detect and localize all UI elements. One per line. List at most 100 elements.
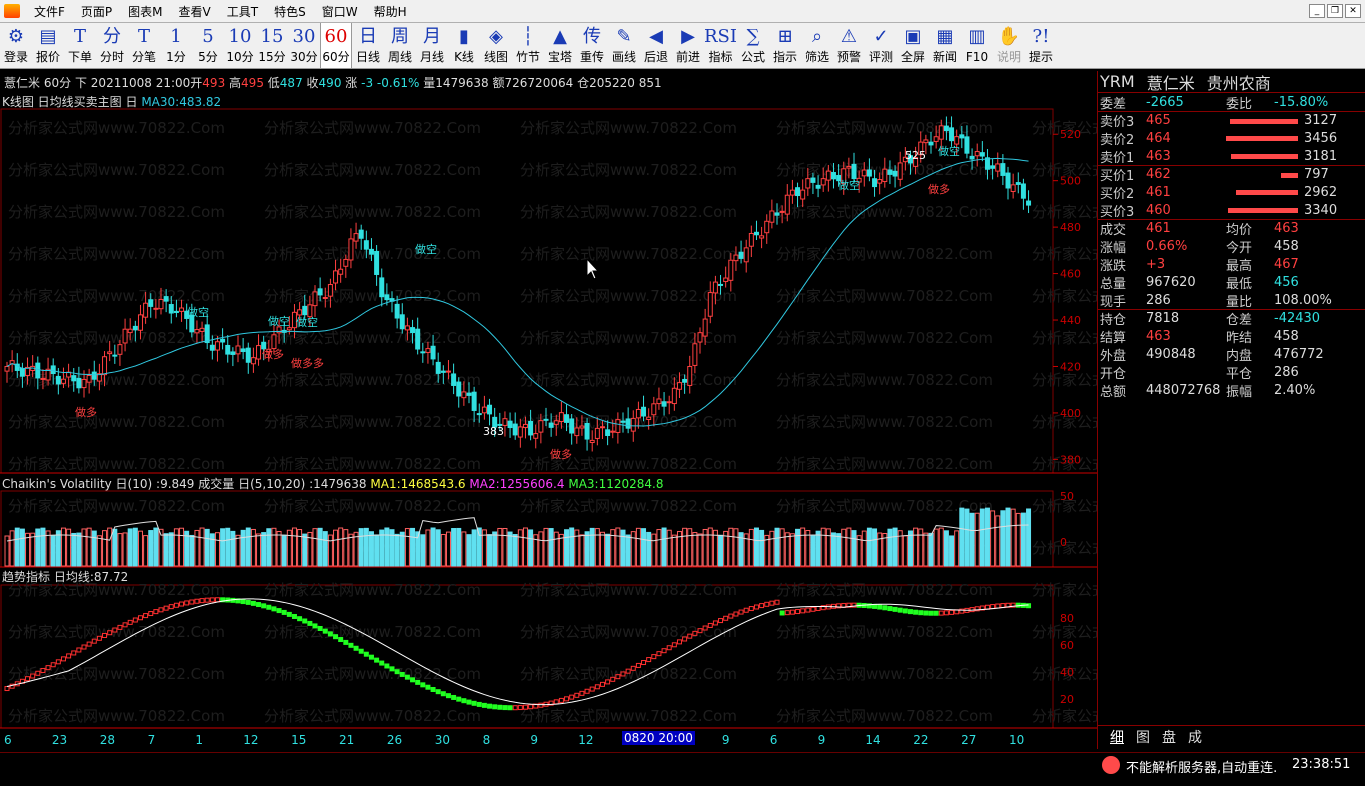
connection-status-icon[interactable] [1102, 756, 1120, 774]
toolbar-button-32[interactable]: ?! 提示 [1025, 23, 1057, 68]
toolbar-button-10[interactable]: 60 60分 [320, 23, 352, 68]
candle-body [599, 426, 605, 429]
quote-value: 456 [1274, 274, 1299, 290]
trend-step [127, 619, 133, 625]
quote-change-label: 涨 [345, 76, 358, 90]
toolbar-button-2[interactable]: T 下单 [64, 23, 96, 68]
toolbar-button-23[interactable]: ∑ 公式 [737, 23, 769, 68]
panel-tab-2[interactable]: 盘 [1158, 727, 1180, 747]
menu-item-7[interactable]: 帮助H [366, 3, 415, 20]
toolbar-button-18[interactable]: 传重传 [576, 23, 608, 68]
toolbar-button-4[interactable]: T 分笔 [128, 23, 160, 68]
quote-value: 286 [1146, 292, 1171, 308]
x-axis-label: 15 [291, 733, 306, 747]
trend-step [800, 608, 806, 614]
x-axis-cursor-label: 0820 20:00 [622, 731, 695, 745]
minimize-icon[interactable]: _ [1309, 4, 1325, 18]
toolbar-button-5[interactable]: 1 1分 [160, 23, 192, 68]
toolbar-button-9[interactable]: 30 30分 [288, 23, 320, 68]
toolbar-button-1[interactable]: ▤ 报价 [32, 23, 64, 68]
toolbar-button-14[interactable]: ▮ K线 [448, 23, 480, 68]
trend-step [137, 615, 143, 621]
toolbar-button-11[interactable]: 日日线 [352, 23, 384, 68]
toolbar-button-22[interactable]: RSI 指标 [704, 23, 737, 68]
quote-value: 108.00% [1274, 292, 1332, 308]
toolbar-button-31[interactable]: ✋ 说明 [993, 23, 1025, 68]
quote-value: 7818 [1146, 311, 1180, 326]
candle-body [615, 419, 621, 433]
toolbar-button-20[interactable]: ◀ 后退 [640, 23, 672, 68]
toolbar-button-12[interactable]: 周周线 [384, 23, 416, 68]
panel-tab-0[interactable]: 细 [1106, 727, 1128, 747]
quote-dir: 下 [74, 76, 87, 90]
trend-step [584, 688, 590, 694]
volume-bar [497, 527, 503, 567]
menu-item-3[interactable]: 查看V [171, 3, 219, 20]
toolbar-icon-10: 60 [324, 26, 348, 47]
trend-step [789, 609, 795, 615]
candle-body [943, 125, 949, 132]
chart-canvas[interactable]: 分析家公式网www.70822.Com 分析家公式网www.70822.Com 分析… [0, 71, 1097, 749]
toolbar-button-6[interactable]: 5 5分 [192, 23, 224, 68]
toolbar-button-15[interactable]: ◈ 线图 [480, 23, 512, 68]
toolbar-button-13[interactable]: 月月线 [416, 23, 448, 68]
menu-item-0[interactable]: 文件F [26, 3, 73, 20]
toolbar-button-30[interactable]: ▥ F10 [961, 23, 993, 68]
volume-bar [589, 527, 595, 567]
trend-step [445, 693, 451, 699]
bids-price: 460 [1146, 202, 1171, 218]
watermark-text: 分析家公式网www.70822.Com [264, 581, 481, 599]
candle-body [692, 343, 698, 366]
toolbar-button-21[interactable]: ▶ 前进 [672, 23, 704, 68]
toolbar-button-0[interactable]: ⚙ 登录 [0, 23, 32, 68]
volume-bar [830, 532, 836, 567]
volume-bar [430, 527, 436, 567]
panel-tab-3[interactable]: 成 [1184, 727, 1206, 747]
candle-body [1020, 183, 1026, 199]
quote-label: 平仓 [1226, 366, 1253, 382]
candle-body [487, 404, 493, 415]
toolbar-button-28[interactable]: ▣ 全屏 [897, 23, 929, 68]
candle-body [830, 172, 836, 180]
menu-item-4[interactable]: 工具T [219, 3, 266, 20]
candle-body [451, 373, 457, 386]
toolbar-button-27[interactable]: ✓ 评测 [865, 23, 897, 68]
trend-step [507, 705, 513, 711]
toolbar-button-8[interactable]: 15 15分 [256, 23, 288, 68]
toolbar-button-7[interactable]: 10 10分 [224, 23, 256, 68]
volume-bar [230, 530, 236, 567]
panel-tab-1[interactable]: 图 [1132, 727, 1154, 747]
restore-icon[interactable]: ❐ [1327, 4, 1343, 18]
toolbar-button-24[interactable]: ⊞ 指示 [769, 23, 801, 68]
candle-body [148, 299, 154, 307]
chart-area[interactable]: 分析家公式网www.70822.Com 分析家公式网www.70822.Com 分析… [0, 71, 1097, 749]
volume-bar [517, 529, 523, 567]
toolbar-button-26[interactable]: ⚠ 预警 [833, 23, 865, 68]
toolbar-label-2: 下单 [67, 50, 92, 64]
watermark-text: 分析家公式网www.70822.Com [264, 707, 481, 725]
trend-step [492, 704, 498, 710]
toolbar-icon-14: ▮ [459, 26, 469, 47]
candle-body [137, 314, 143, 331]
quote-label: 委比 [1226, 96, 1253, 112]
toolbar-button-16[interactable]: ┆ 竹节 [512, 23, 544, 68]
quote-close-label: 收 [306, 76, 319, 90]
toolbar-button-29[interactable]: ▦ 新闻 [929, 23, 961, 68]
menu-item-1[interactable]: 页面P [73, 3, 120, 20]
toolbar-button-19[interactable]: ✎ 画线 [608, 23, 640, 68]
trend-step [872, 603, 878, 609]
toolbar-button-25[interactable]: ⌕ 筛选 [801, 23, 833, 68]
trend-step [204, 597, 210, 603]
toolbar-button-3[interactable]: 分分时 [96, 23, 128, 68]
volume-bar [795, 528, 801, 567]
close-icon[interactable]: ✕ [1345, 4, 1361, 18]
toolbar-button-17[interactable]: ▲ 宝塔 [544, 23, 576, 68]
asks-row: 卖价2 464 3456 [1098, 129, 1365, 148]
trend-step [276, 608, 282, 614]
quote-label: 外盘 [1100, 348, 1127, 364]
menu-item-6[interactable]: 窗口W [314, 3, 366, 20]
menu-item-5[interactable]: 特色S [266, 3, 314, 20]
trend-step [153, 609, 159, 615]
menu-item-2[interactable]: 图表M [120, 3, 170, 20]
vol-name: 成交量 日(5,10,20) [198, 477, 306, 491]
